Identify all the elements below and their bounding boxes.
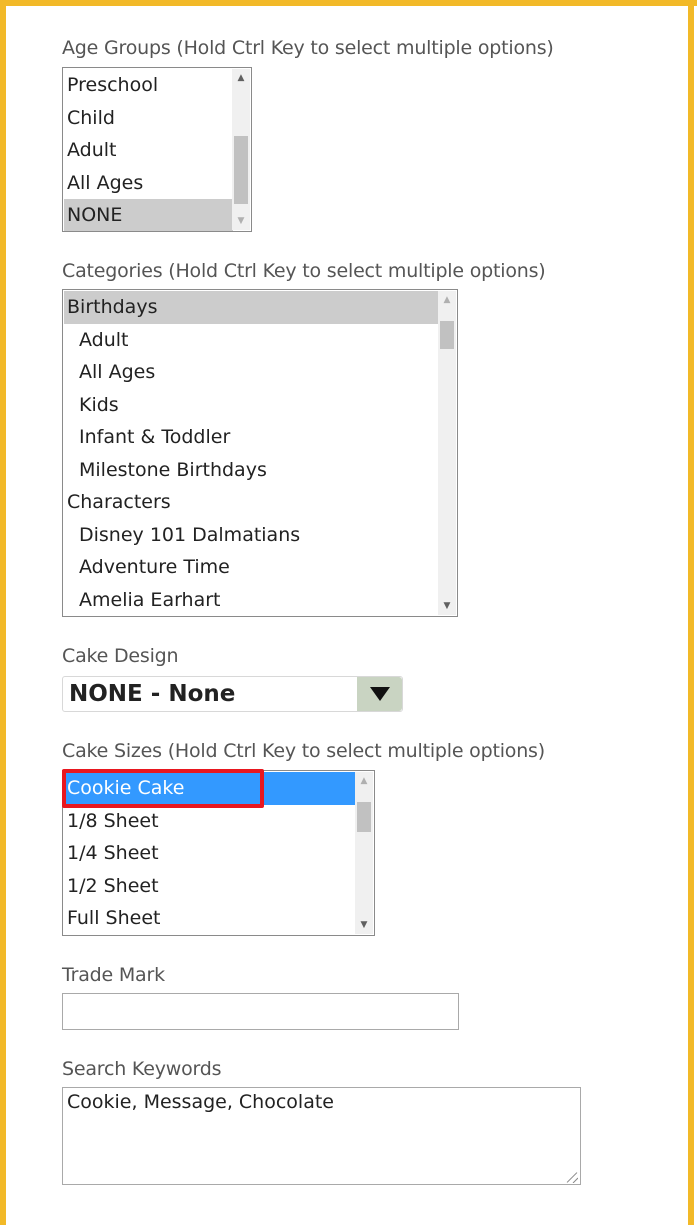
age-group-option-all-ages[interactable]: All Ages bbox=[64, 167, 233, 200]
age-groups-scrollbar[interactable]: ▲ ▼ bbox=[232, 69, 250, 230]
frame-border-right bbox=[688, 0, 694, 1225]
categories-scrollbar[interactable]: ▲ ▼ bbox=[438, 291, 456, 615]
cake-size-option-full-sheet[interactable]: Full Sheet bbox=[64, 902, 356, 935]
age-group-option-preschool[interactable]: Preschool bbox=[64, 69, 233, 102]
age-group-option-none[interactable]: NONE bbox=[64, 199, 233, 231]
scroll-up-icon[interactable]: ▲ bbox=[355, 772, 373, 790]
scroll-thumb[interactable] bbox=[440, 321, 454, 349]
resize-grip-icon[interactable] bbox=[566, 1171, 578, 1183]
cake-sizes-listbox[interactable]: Cookie Cake 1/8 Sheet 1/4 Sheet 1/2 Shee… bbox=[62, 770, 375, 936]
scroll-up-icon[interactable]: ▲ bbox=[232, 69, 250, 87]
scroll-down-icon[interactable]: ▼ bbox=[232, 212, 250, 230]
cake-size-option-1-2-sheet[interactable]: 1/2 Sheet bbox=[64, 870, 356, 903]
cake-size-option-1-4-sheet[interactable]: 1/4 Sheet bbox=[64, 837, 356, 870]
age-groups-label: Age Groups (Hold Ctrl Key to select mult… bbox=[62, 37, 554, 59]
cake-size-option-1-8-sheet[interactable]: 1/8 Sheet bbox=[64, 805, 356, 838]
cake-design-selected-value: NONE - None bbox=[69, 681, 236, 707]
scroll-thumb[interactable] bbox=[357, 802, 371, 832]
cake-sizes-label: Cake Sizes (Hold Ctrl Key to select mult… bbox=[62, 740, 545, 762]
age-group-option-child[interactable]: Child bbox=[64, 102, 233, 135]
category-option-disney-101-dalmatians[interactable]: Disney 101 Dalmatians bbox=[64, 519, 439, 552]
category-option-amelia-earhart[interactable]: Amelia Earhart bbox=[64, 584, 439, 617]
category-option-infant-toddler[interactable]: Infant & Toddler bbox=[64, 421, 439, 454]
frame-border-top bbox=[0, 0, 697, 6]
triangle-down-icon bbox=[370, 687, 390, 701]
cake-size-option-cookie-cake[interactable]: Cookie Cake bbox=[64, 772, 356, 805]
scroll-down-icon[interactable]: ▼ bbox=[438, 597, 456, 615]
categories-listbox[interactable]: Birthdays Adult All Ages Kids Infant & T… bbox=[62, 289, 458, 617]
category-option-birthdays[interactable]: Birthdays bbox=[64, 291, 439, 324]
cake-design-label: Cake Design bbox=[62, 645, 179, 667]
scroll-down-icon[interactable]: ▼ bbox=[355, 916, 373, 934]
category-option-all-ages[interactable]: All Ages bbox=[64, 356, 439, 389]
frame-border-left bbox=[0, 0, 6, 1225]
cake-design-select[interactable]: NONE - None bbox=[62, 676, 403, 712]
age-groups-listbox[interactable]: Preschool Child Adult All Ages NONE ▲ ▼ bbox=[62, 67, 252, 232]
cake-design-dropdown-button[interactable] bbox=[357, 677, 402, 711]
category-option-adventure-time[interactable]: Adventure Time bbox=[64, 551, 439, 584]
category-option-kids[interactable]: Kids bbox=[64, 389, 439, 422]
age-group-option-adult[interactable]: Adult bbox=[64, 134, 233, 167]
categories-label: Categories (Hold Ctrl Key to select mult… bbox=[62, 260, 546, 282]
trade-mark-label: Trade Mark bbox=[62, 964, 165, 986]
category-option-adult[interactable]: Adult bbox=[64, 324, 439, 357]
scroll-up-icon[interactable]: ▲ bbox=[438, 291, 456, 309]
category-option-milestone-birthdays[interactable]: Milestone Birthdays bbox=[64, 454, 439, 487]
category-option-characters[interactable]: Characters bbox=[64, 486, 439, 519]
search-keywords-label: Search Keywords bbox=[62, 1058, 222, 1080]
search-keywords-textarea[interactable]: Cookie, Message, Chocolate bbox=[62, 1087, 581, 1185]
scroll-thumb[interactable] bbox=[234, 136, 248, 204]
cake-sizes-scrollbar[interactable]: ▲ ▼ bbox=[355, 772, 373, 934]
trade-mark-input[interactable] bbox=[62, 993, 459, 1030]
